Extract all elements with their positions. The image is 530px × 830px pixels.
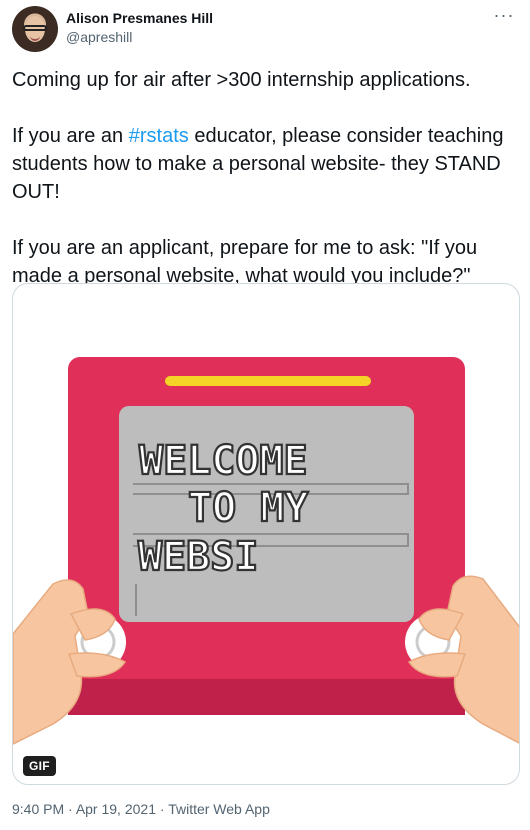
screen-text-line: TO MY <box>188 485 308 531</box>
tweet-paragraph-1: Coming up for air after >300 internship … <box>12 69 471 91</box>
author-name[interactable]: Alison Presmanes Hill <box>66 10 213 26</box>
hashtag-link[interactable]: #rstats <box>129 125 189 147</box>
tweet-paragraph-3: If you are an applicant, prepare for me … <box>12 237 478 287</box>
tweet-time[interactable]: 9:40 PM <box>12 801 64 817</box>
avatar-glasses <box>23 25 47 31</box>
more-horizontal-icon[interactable]: ··· <box>492 6 516 30</box>
separator: · <box>155 801 169 817</box>
etch-top-bar <box>165 376 371 386</box>
author-handle[interactable]: @apreshill <box>66 29 132 45</box>
etch-frame-bottom <box>68 679 465 715</box>
tweet-text: Coming up for air after >300 internship … <box>12 66 518 318</box>
tweet-paragraph-2: If you are an #rstats educator, please c… <box>12 122 518 206</box>
tweet-source[interactable]: Twitter Web App <box>168 801 270 817</box>
separator: · <box>64 801 76 817</box>
screen-text-line: WEBSI <box>138 534 258 580</box>
screen-text-line: WELCOME <box>139 438 308 484</box>
tweet-date[interactable]: Apr 19, 2021 <box>76 801 156 817</box>
gif-badge: GIF <box>23 756 56 776</box>
avatar[interactable] <box>12 6 58 52</box>
etch-a-sketch-gif: WELCOME TO MY WEBSI <box>13 357 519 745</box>
tweet-text-segment: If you are an <box>12 125 129 147</box>
tweet: Alison Presmanes Hill @apreshill ··· Com… <box>0 0 530 830</box>
gif-media[interactable]: WELCOME TO MY WEBSI GIF <box>12 283 520 785</box>
tweet-meta: 9:40 PM · Apr 19, 2021 · Twitter Web App <box>12 801 270 817</box>
